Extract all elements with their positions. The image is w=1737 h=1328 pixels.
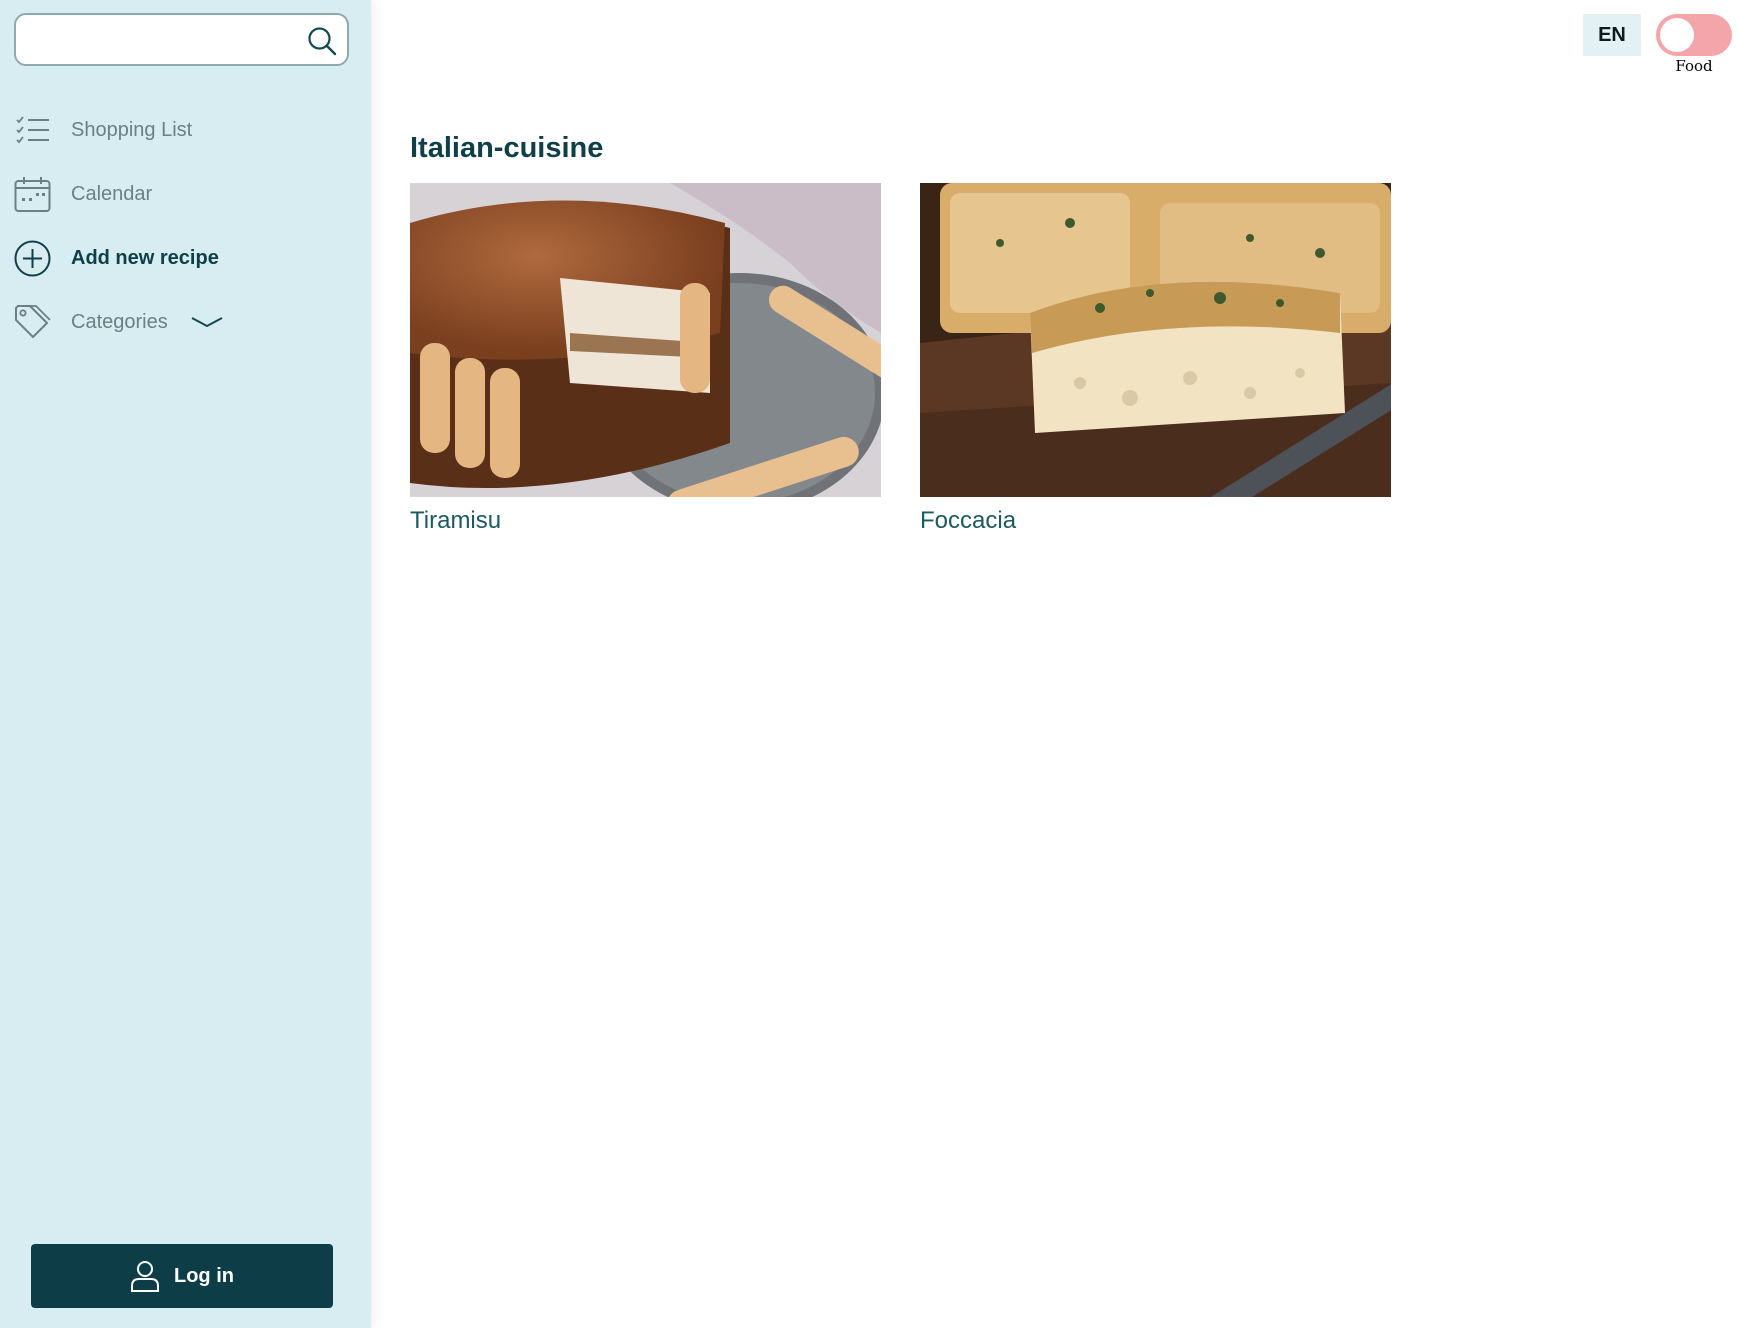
recipe-card-tiramisu[interactable]: Tiramisu (410, 183, 881, 535)
search-icon[interactable] (307, 26, 337, 56)
sidebar-item-label: Calendar (71, 182, 153, 205)
sidebar-item-calendar[interactable]: Calendar (14, 174, 152, 214)
chevron-down-icon[interactable] (190, 315, 224, 329)
plus-circle-icon (14, 240, 51, 277)
search-input[interactable] (28, 23, 298, 57)
sidebar-item-shopping-list[interactable]: Shopping List (14, 110, 192, 150)
recipe-title[interactable]: Foccacia (920, 507, 1391, 535)
login-button[interactable]: Log in (31, 1244, 333, 1308)
sidebar-item-add-new-recipe[interactable]: Add new recipe (14, 238, 219, 278)
sidebar-item-label: Categories (71, 310, 168, 333)
sidebar-item-label: Add new recipe (71, 246, 219, 269)
toggle-label: Food (1675, 57, 1713, 75)
calendar-icon (14, 176, 51, 213)
sidebar-item-label: Shopping List (71, 118, 193, 141)
checklist-icon (14, 112, 51, 149)
user-icon (131, 1261, 159, 1292)
page-title: Italian-cuisine (410, 132, 604, 164)
search-box[interactable] (14, 13, 349, 66)
tag-icon (14, 304, 51, 341)
food-toggle[interactable] (1656, 14, 1732, 56)
login-label: Log in (174, 1264, 234, 1287)
sidebar: Shopping List Calendar Add new recipe Ca… (0, 0, 371, 1328)
tiramisu-image[interactable] (410, 183, 881, 497)
recipe-title[interactable]: Tiramisu (410, 507, 881, 535)
sidebar-item-categories[interactable]: Categories (14, 302, 224, 342)
toggle-knob (1660, 18, 1694, 52)
language-button[interactable]: EN (1583, 14, 1641, 56)
recipe-card-foccacia[interactable]: Foccacia (920, 183, 1391, 535)
foccacia-image[interactable] (920, 183, 1391, 497)
